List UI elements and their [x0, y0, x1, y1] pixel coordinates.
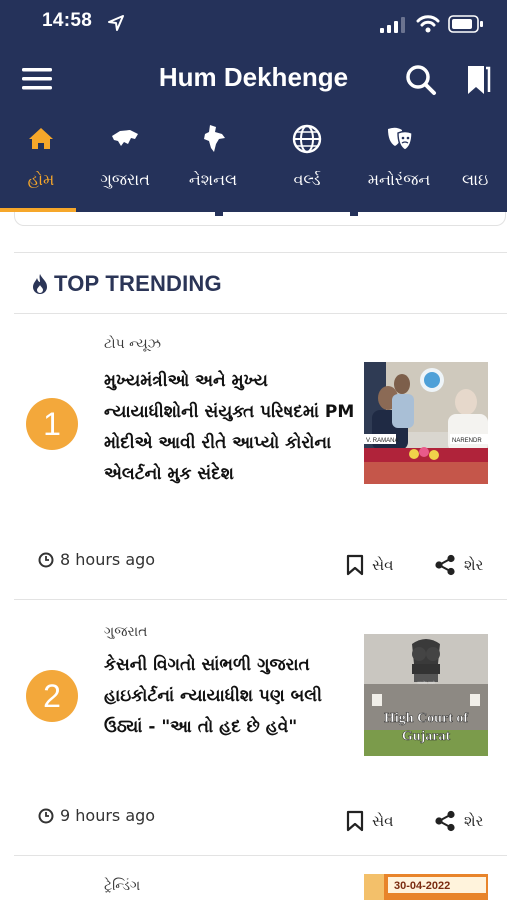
- collapsed-card-edge: [14, 212, 506, 226]
- timestamp: 9 hours ago: [38, 806, 155, 825]
- home-icon: [29, 128, 53, 149]
- status-bar: 14:58: [0, 8, 507, 38]
- rank-badge: 2: [26, 670, 78, 722]
- tab-label: મનોરંજન: [367, 170, 431, 189]
- share-icon: [435, 554, 455, 576]
- thumb-caption: NARENDR: [452, 438, 482, 444]
- article-thumbnail[interactable]: 30-04-2022: [364, 874, 488, 900]
- tab-label: વર્લ્ડ: [293, 170, 321, 189]
- thumb-caption: V. RAMANA: [366, 438, 398, 444]
- india-map-icon: [204, 125, 225, 152]
- tab-label: હોમ: [27, 170, 55, 189]
- thumb-caption: High Court of: [384, 711, 468, 726]
- tab-live[interactable]: લાઇ: [462, 122, 507, 212]
- wifi-icon: [416, 15, 440, 33]
- battery-icon: [448, 15, 483, 33]
- tab-home[interactable]: હોમ: [0, 122, 82, 212]
- status-time: 14:58: [42, 10, 93, 31]
- tab-entertainment[interactable]: મનોરંજન: [358, 122, 440, 212]
- globe-icon: [292, 124, 322, 154]
- tab-label: નેશનલ: [188, 170, 238, 189]
- location-arrow-icon: [108, 15, 124, 31]
- thumbnail-image: 30-04-2022: [364, 874, 488, 900]
- divider: [14, 252, 507, 253]
- gujarat-map-icon: [112, 130, 138, 146]
- tab-label: લાઇ: [462, 170, 489, 189]
- share-label: શેર: [464, 556, 484, 574]
- thumbnail-image: V. RAMANA NARENDR: [364, 362, 488, 484]
- article-card[interactable]: 2 ગુજરાત કેસની વિગતો સાંભળી ગુજરાત હાઇકો…: [0, 600, 507, 855]
- thumbnail-image: सत्यमेव जयते High Court of Gujarat: [364, 634, 488, 756]
- article-time: 9 hours ago: [60, 806, 156, 825]
- thumb-caption: 30-04-2022: [394, 880, 450, 892]
- article-thumbnail[interactable]: सत्यमेव जयते High Court of Gujarat: [364, 634, 488, 756]
- article-headline[interactable]: કેસની વિગતો સાંભળી ગુજરાત હાઇકોર્ટનાં ન્…: [104, 650, 356, 743]
- card-edge-mark: [350, 206, 358, 216]
- save-button[interactable]: સેવ: [346, 554, 394, 576]
- search-icon[interactable]: [405, 64, 437, 96]
- section-title: TOP TRENDING: [54, 271, 222, 296]
- save-button[interactable]: સેવ: [346, 810, 394, 832]
- tab-label: ગુજરાત: [100, 170, 150, 189]
- article-card[interactable]: ટ્રેન્ડિંગ 30-04-2022: [0, 856, 507, 900]
- article-card[interactable]: 1 ટોપ ન્યૂઝ મુખ્યમંત્રીઓ અને મુખ્ય ન્યાય…: [0, 314, 507, 599]
- article-category[interactable]: ટોપ ન્યૂઝ: [104, 336, 161, 352]
- article-headline[interactable]: મુખ્યમંત્રીઓ અને મુખ્ય ન્યાયાધીશોની સંયુ…: [104, 366, 356, 490]
- share-icon: [435, 810, 455, 832]
- section-header: TOP TRENDING: [30, 268, 222, 300]
- tab-world[interactable]: વર્લ્ડ: [266, 122, 348, 212]
- share-label: શેર: [464, 812, 484, 830]
- share-button[interactable]: શેર: [434, 810, 483, 832]
- share-button[interactable]: શેર: [434, 554, 483, 576]
- timestamp: 8 hours ago: [38, 550, 155, 569]
- svg-text:सत्यमेव जयते: सत्यमेव जयते: [417, 680, 435, 685]
- category-tabs: હોમ ગુજરાત નેશનલ વર્લ્ડ મનોરંજન લાઇ: [0, 122, 507, 212]
- thumb-caption: Gujarat: [402, 729, 451, 744]
- rank-badge: 1: [26, 398, 78, 450]
- bookmark-icon: [346, 554, 364, 576]
- tab-gujarat[interactable]: ગુજરાત: [84, 122, 166, 212]
- clock-icon: [38, 552, 54, 567]
- article-thumbnail[interactable]: V. RAMANA NARENDR: [364, 362, 488, 484]
- app-bar: Hum Dekhenge: [0, 58, 507, 98]
- clock-icon: [38, 808, 54, 823]
- save-label: સેવ: [372, 812, 394, 830]
- bookmarks-icon[interactable]: [465, 64, 491, 96]
- article-time: 8 hours ago: [60, 550, 156, 569]
- cellular-signal-icon: [380, 17, 405, 33]
- article-category[interactable]: ટ્રેન્ડિંગ: [104, 878, 140, 894]
- tab-national[interactable]: નેશનલ: [172, 122, 254, 212]
- theater-masks-icon: [388, 127, 413, 151]
- top-header: 14:58 Hum Dekhenge હોમ ગુજરાત નેશનલ વર્લ…: [0, 0, 507, 212]
- fire-icon: [33, 274, 47, 294]
- article-category[interactable]: ગુજરાત: [104, 624, 147, 640]
- bookmark-icon: [346, 810, 364, 832]
- card-edge-mark: [215, 206, 223, 216]
- save-label: સેવ: [372, 556, 394, 574]
